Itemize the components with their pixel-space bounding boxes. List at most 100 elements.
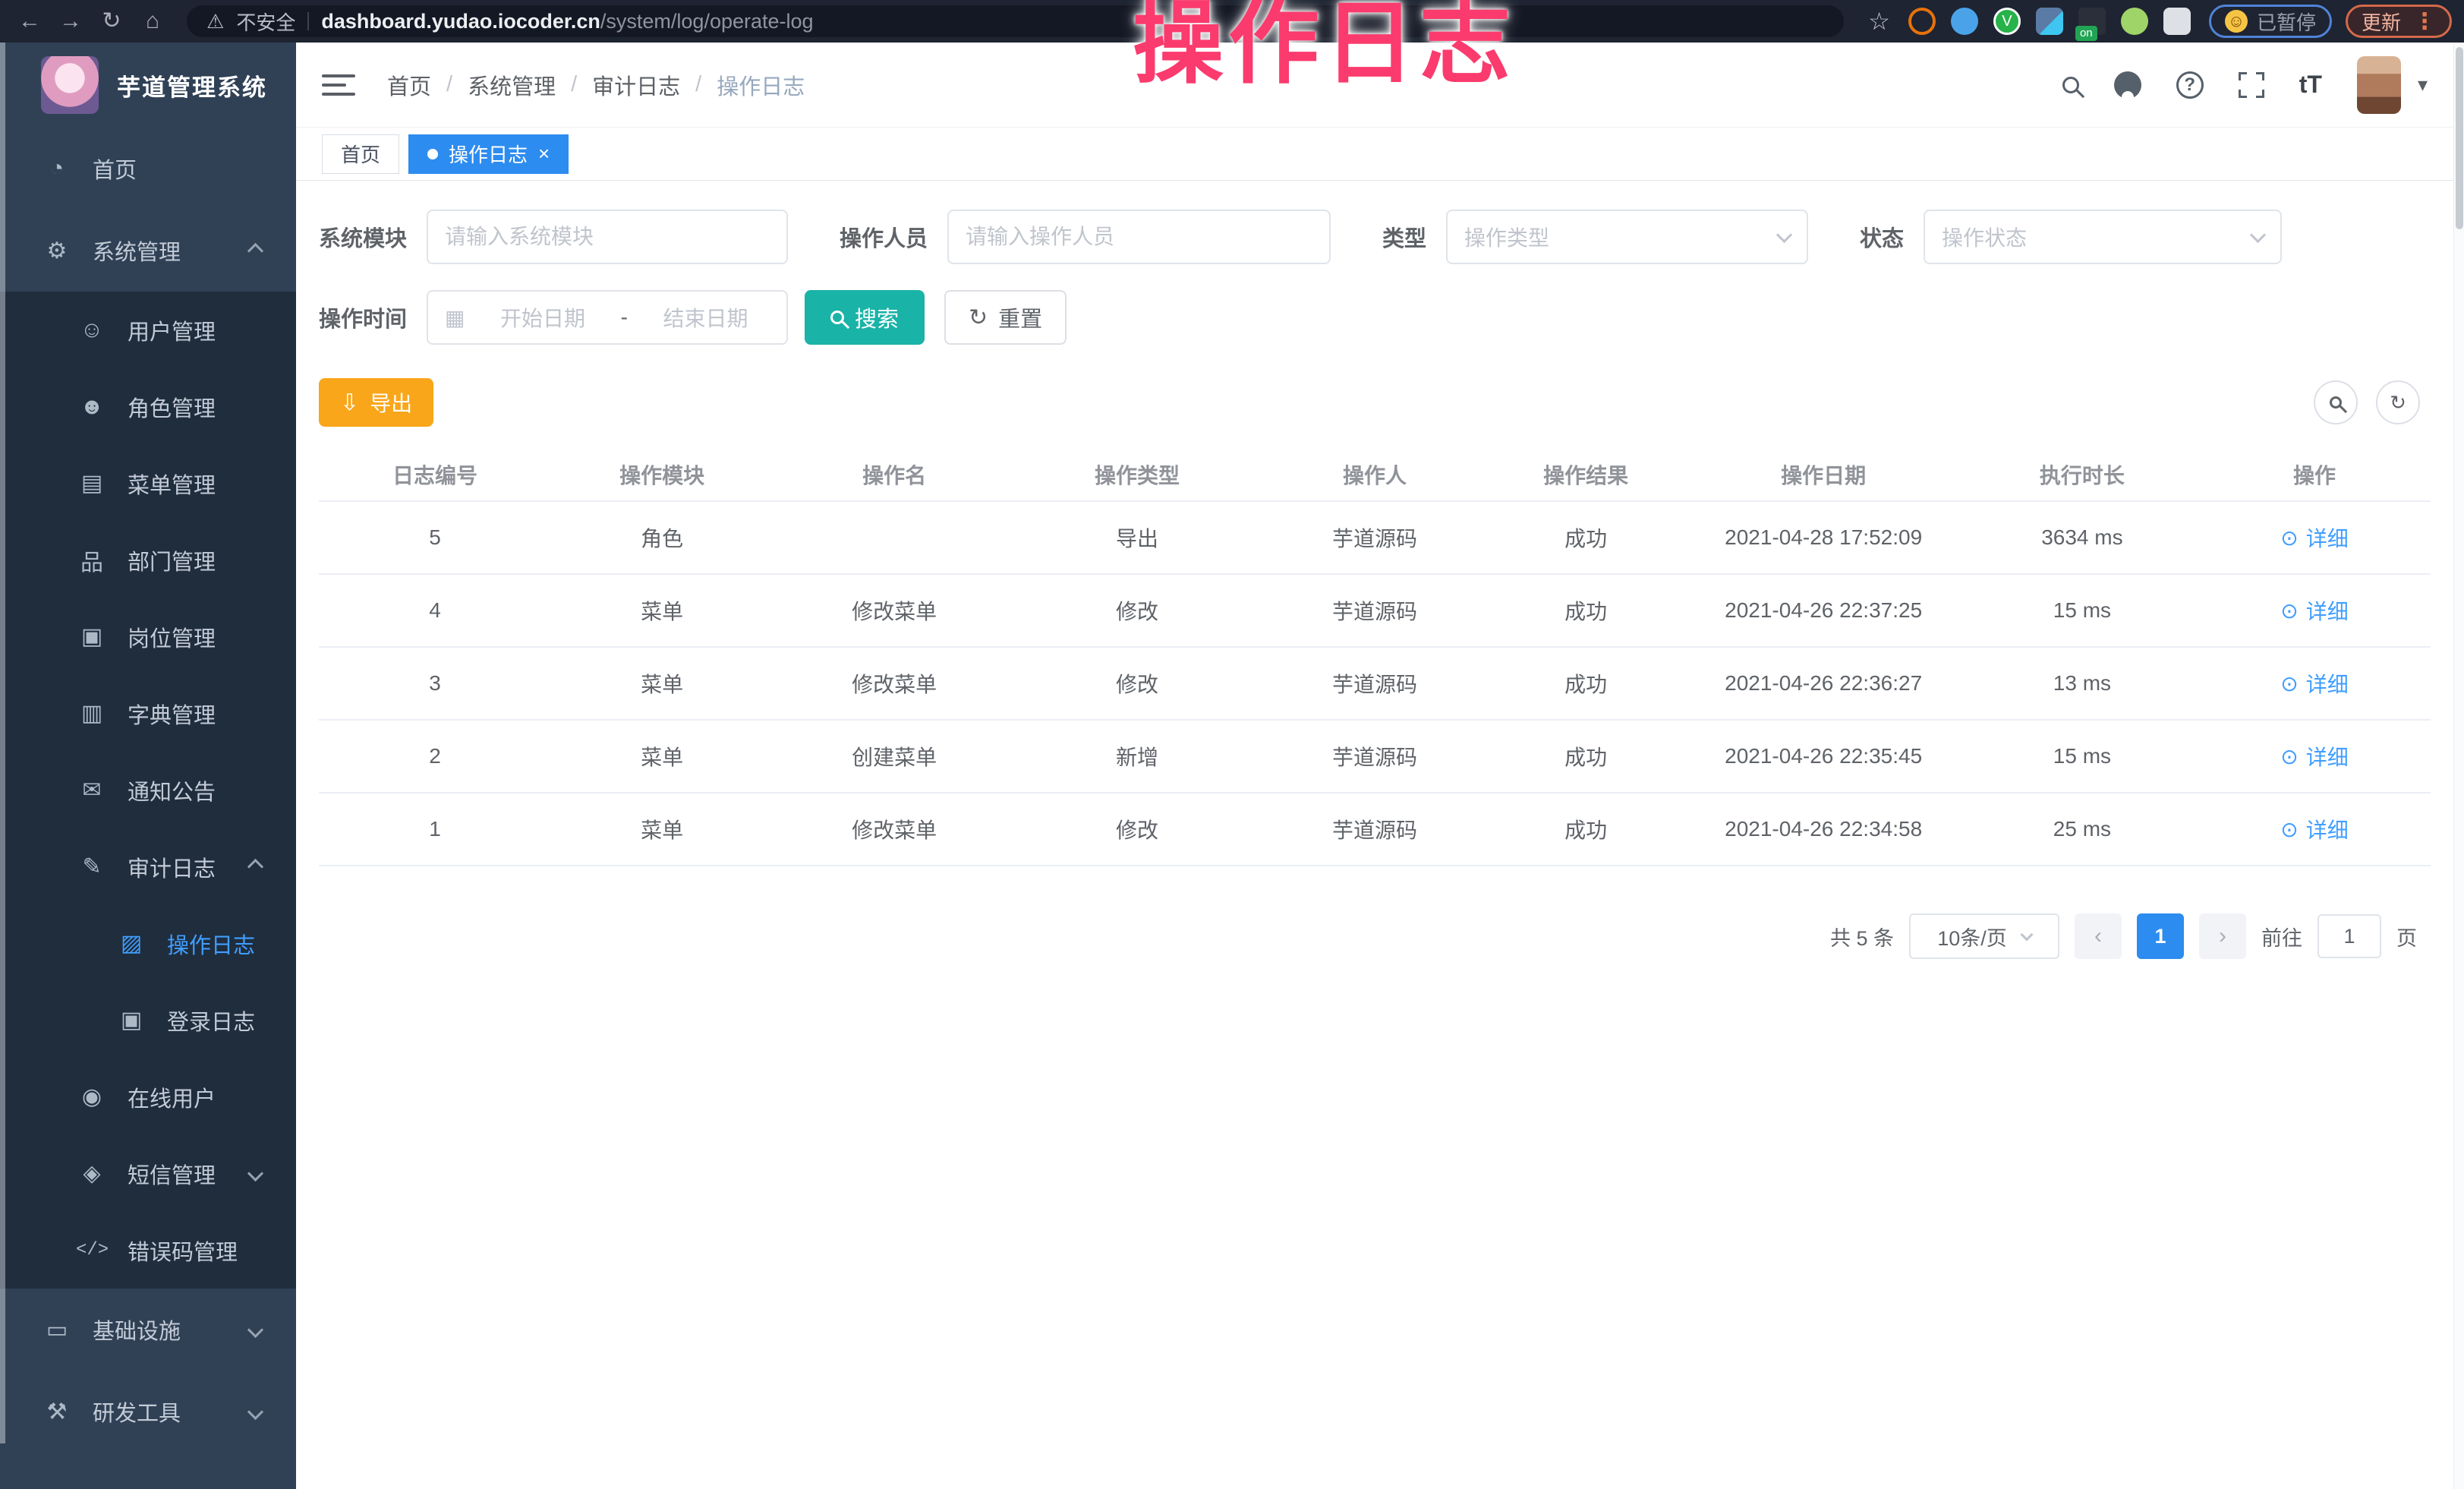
sidebar-item-label: 通知公告 [128, 774, 216, 806]
table-cell: 菜单 [551, 793, 773, 866]
sidebar-item[interactable]: ▥字典管理 [0, 675, 296, 752]
table-cell: 成功 [1491, 647, 1681, 720]
sidebar-item[interactable]: ▣岗位管理 [0, 598, 296, 675]
sidebar-item[interactable]: ▤菜单管理 [0, 445, 296, 522]
forward-icon[interactable]: → [53, 0, 88, 43]
search-button[interactable]: 搜索 [805, 290, 925, 345]
reset-button[interactable]: ↻ 重置 [944, 290, 1067, 345]
show-search-button[interactable] [2314, 380, 2358, 424]
table-cell: 新增 [1016, 720, 1259, 793]
extension-icon[interactable] [2121, 8, 2148, 35]
fullscreen-icon[interactable] [2239, 72, 2264, 98]
breadcrumb-separator: / [695, 72, 701, 97]
detail-link[interactable]: ⊙详细 [2280, 741, 2348, 771]
breadcrumb-item[interactable]: 系统管理 [468, 69, 556, 101]
tab-close-icon[interactable]: × [538, 142, 550, 166]
filter-module: 系统模块 [319, 210, 788, 264]
detail-link[interactable]: ⊙详细 [2280, 814, 2348, 844]
sidebar-item[interactable]: ⚙系统管理 [0, 210, 296, 292]
chevron-down-icon[interactable]: ▾ [2418, 73, 2428, 96]
extension-icon[interactable] [2036, 8, 2063, 35]
eye-icon: ⊙ [2280, 744, 2298, 769]
sidebar-item-label: 菜单管理 [128, 468, 216, 500]
chevron-down-icon [2250, 226, 2266, 242]
sidebar-item[interactable]: 品部门管理 [0, 522, 296, 598]
export-button[interactable]: ⇩ 导出 [319, 378, 433, 427]
sidebar-item[interactable]: ✎审计日志 [0, 828, 296, 905]
browser-menu-icon[interactable]: ⋮ [2413, 8, 2436, 35]
profile-paused-chip[interactable]: ☺ 已暂停 [2209, 5, 2332, 38]
font-size-icon[interactable]: tT [2299, 71, 2322, 99]
home-icon[interactable]: ⌂ [135, 0, 170, 43]
next-page-button[interactable]: › [2199, 913, 2246, 959]
table-row: 4菜单修改菜单修改芋道源码成功2021-04-26 22:37:2515 ms⊙… [319, 574, 2431, 647]
menu-icon: </> [76, 1240, 108, 1260]
search-icon[interactable] [2062, 77, 2079, 93]
extension-icon[interactable]: on [2078, 8, 2106, 35]
user-avatar[interactable] [2357, 56, 2401, 114]
sidebar-item[interactable]: ◈短信管理 [0, 1135, 296, 1212]
table-cell: 3634 ms [1966, 501, 2198, 574]
breadcrumb-item[interactable]: 首页 [387, 69, 431, 101]
sidebar-item[interactable]: ⚒研发工具 [0, 1371, 296, 1453]
sidebar-scrollbar[interactable] [0, 43, 5, 1443]
sidebar-item[interactable]: </>错误码管理 [0, 1212, 296, 1289]
header-actions: ? tT ▾ [2062, 56, 2428, 114]
table-header-cell: 操作名 [773, 448, 1016, 501]
table-cell: 13 ms [1966, 647, 2198, 720]
extension-icon[interactable]: V [1993, 8, 2021, 35]
github-icon[interactable] [2114, 71, 2141, 99]
detail-link[interactable]: ⊙详细 [2280, 668, 2348, 699]
extension-icon[interactable] [1908, 8, 1936, 35]
operator-input[interactable] [966, 225, 1312, 249]
detail-link[interactable]: ⊙详细 [2280, 595, 2348, 626]
module-input[interactable] [445, 225, 770, 249]
tab[interactable]: 首页 [322, 134, 399, 174]
extension-icon[interactable] [1951, 8, 1978, 35]
sidebar-item[interactable]: ▨操作日志 [0, 905, 296, 982]
module-label: 系统模块 [319, 221, 407, 253]
browser-update-chip[interactable]: 更新 ⋮ [2346, 5, 2452, 38]
sidebar-item[interactable]: ▭基础设施 [0, 1289, 296, 1371]
type-select[interactable]: 操作类型 [1446, 210, 1808, 264]
goto-page-input[interactable] [2317, 914, 2381, 958]
page-scrollbar[interactable] [2453, 43, 2464, 1489]
sidebar-item[interactable]: ✉通知公告 [0, 752, 296, 828]
pagination: 共 5 条 10条/页 ‹ 1 › 前往 页 [319, 913, 2431, 959]
help-icon[interactable]: ? [2176, 71, 2204, 99]
sidebar-item[interactable]: ◉在线用户 [0, 1058, 296, 1135]
back-icon[interactable]: ← [12, 0, 47, 43]
reload-icon[interactable]: ↻ [94, 0, 129, 43]
sidebar-collapse-icon[interactable] [322, 68, 355, 102]
extensions-puzzle-icon[interactable] [2163, 8, 2191, 35]
table-cell: 1 [319, 793, 551, 866]
table-cell: 5 [319, 501, 551, 574]
bookmark-star-icon[interactable]: ☆ [1868, 7, 1890, 36]
address-bar[interactable]: ⚠ 不安全 dashboard.yudao.iocoder.cn/system/… [187, 5, 1844, 37]
refresh-button[interactable]: ↻ [2376, 380, 2420, 424]
table-header-cell: 操作日期 [1681, 448, 1966, 501]
sidebar-item[interactable]: ◔首页 [0, 128, 296, 210]
breadcrumb-item[interactable]: 审计日志 [592, 69, 680, 101]
status-select[interactable]: 操作状态 [1924, 210, 2282, 264]
sidebar-item[interactable]: ☺用户管理 [0, 292, 296, 368]
chevron-up-icon [247, 242, 263, 258]
table-cell: 修改 [1016, 793, 1259, 866]
page-size-select[interactable]: 10条/页 [1909, 913, 2059, 959]
app-logo-row[interactable]: 芋道管理系统 [0, 43, 296, 128]
table-header-cell: 操作人 [1259, 448, 1491, 501]
sidebar-item[interactable]: ☻角色管理 [0, 368, 296, 445]
refresh-icon: ↻ [969, 304, 988, 331]
tab[interactable]: 操作日志× [408, 134, 569, 174]
sidebar-item[interactable]: ▣登录日志 [0, 982, 296, 1058]
detail-link[interactable]: ⊙详细 [2280, 522, 2348, 553]
page-button[interactable]: 1 [2137, 913, 2184, 959]
table-cell: 修改菜单 [773, 574, 1016, 647]
tab-label: 首页 [341, 140, 380, 168]
date-separator: - [621, 305, 628, 330]
scrollbar-thumb[interactable] [2456, 47, 2463, 229]
date-range-picker[interactable]: ▦ 开始日期 - 结束日期 [427, 290, 788, 345]
table-cell: 2021-04-28 17:52:09 [1681, 501, 1966, 574]
table-cell: 2 [319, 720, 551, 793]
prev-page-button[interactable]: ‹ [2075, 913, 2122, 959]
